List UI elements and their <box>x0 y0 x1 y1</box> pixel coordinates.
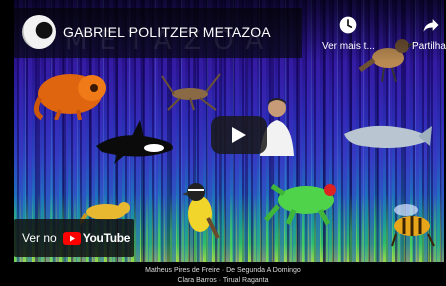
credits-line-2: Clara Barros · Tirual Raganta <box>177 277 269 284</box>
share-button[interactable]: Partilhar <box>412 15 446 52</box>
share-arrow-icon <box>423 19 439 32</box>
credits-line-1: Matheus Pires de Freire · De Segunda A D… <box>145 267 301 274</box>
youtube-logo-icon: YouTube <box>62 231 131 245</box>
watch-on-label: Ver no <box>22 231 57 245</box>
kiskadee-bird-image <box>182 183 220 239</box>
play-button[interactable] <box>211 116 267 154</box>
orca-image <box>96 120 173 164</box>
play-icon <box>232 127 246 143</box>
channel-avatar[interactable] <box>22 15 56 49</box>
watch-on-youtube-button[interactable]: Ver no YouTube <box>14 219 134 257</box>
tree-frog-image <box>264 183 336 226</box>
video-title[interactable]: GABRIEL POLITZER METAZOA <box>63 24 271 40</box>
watch-later-label: Ver mais t... <box>322 41 375 52</box>
whale-image <box>344 125 432 148</box>
golden-lion-tamarin-image <box>34 74 106 120</box>
share-label: Partilhar <box>412 41 446 52</box>
bee-image <box>391 204 435 247</box>
watch-later-button[interactable]: Ver mais t... <box>322 15 375 52</box>
cricket-image <box>161 73 221 111</box>
clock-icon <box>340 16 357 34</box>
youtube-wordmark: YouTube <box>82 231 131 245</box>
